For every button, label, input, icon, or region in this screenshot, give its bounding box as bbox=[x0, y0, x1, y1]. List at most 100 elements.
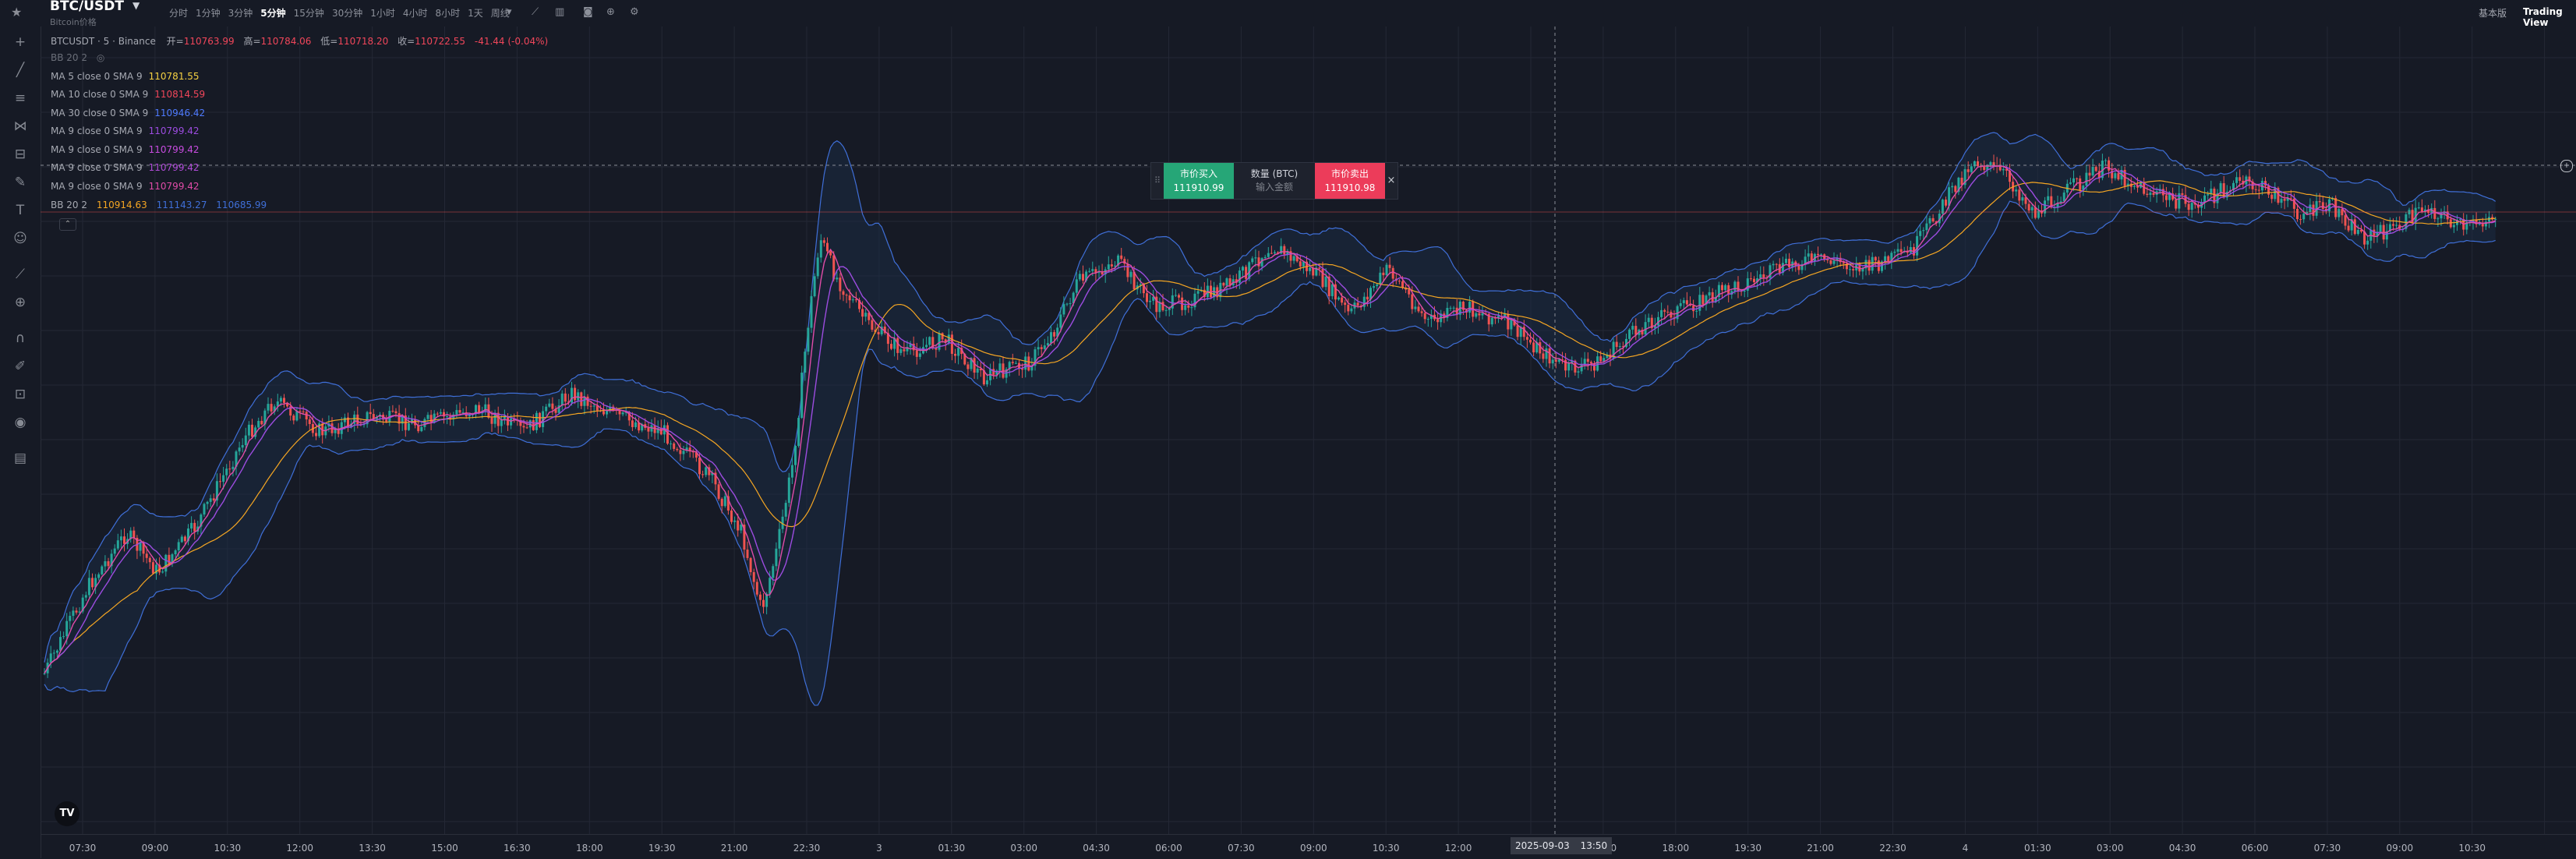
candle bbox=[535, 410, 538, 433]
open-value: 110763.99 bbox=[183, 36, 235, 47]
close-icon[interactable]: × bbox=[1385, 163, 1398, 199]
legend-indicator[interactable]: MA 30 close 0 SMA 9 110946.42 bbox=[51, 108, 205, 118]
crosshair-time-label: 2025-09-03 13:50 bbox=[1511, 837, 1613, 854]
interval-tab[interactable]: 4小时 bbox=[399, 6, 432, 19]
magnet-icon[interactable]: ∩ bbox=[11, 331, 30, 346]
time-axis-label: 09:00 bbox=[141, 843, 169, 854]
interval-tab-active[interactable]: 5分钟 bbox=[256, 6, 289, 19]
projection-icon[interactable]: ⊟ bbox=[11, 147, 30, 162]
drawing-toolbar: + ╱ ≡ ⋈ ⊟ ✎ T ☺ ⟋ ⊕ ∩ ✐ ⊡ ◉ ▤ bbox=[0, 27, 41, 858]
legend-indicator[interactable]: MA 5 close 0 SMA 9 110781.55 bbox=[51, 71, 200, 82]
price-chart[interactable] bbox=[41, 27, 2576, 834]
interval-more-icon[interactable]: ▾ bbox=[507, 6, 512, 18]
indicator-value: 110799.42 bbox=[148, 125, 200, 136]
settings-icon[interactable]: ⚙ bbox=[630, 6, 639, 18]
ruler-icon[interactable]: ⟋ bbox=[11, 267, 30, 282]
interval-tab[interactable]: 1分钟 bbox=[192, 6, 224, 19]
indicator-label: MA 30 close 0 SMA 9 bbox=[51, 108, 149, 118]
emoji-icon[interactable]: ☺ bbox=[11, 231, 30, 246]
legend-indicator[interactable]: MA 9 close 0 SMA 9 110799.42 bbox=[51, 144, 200, 155]
symbol-title[interactable]: BTC/USDT bbox=[50, 0, 124, 14]
lock-drawing-icon[interactable]: ✐ bbox=[11, 359, 30, 374]
time-axis-label: 06:00 bbox=[1155, 843, 1182, 854]
indicator-value: 110799.42 bbox=[148, 162, 200, 173]
crosshair-icon[interactable]: + bbox=[11, 34, 30, 50]
time-axis-label: 07:30 bbox=[1228, 843, 1255, 854]
indicator-label: MA 9 close 0 SMA 9 bbox=[51, 144, 143, 155]
basic-view-button[interactable]: 基本版 bbox=[2479, 6, 2507, 19]
eye-off-icon[interactable]: ◎ bbox=[97, 52, 104, 63]
time-axis-label: 04:30 bbox=[2168, 843, 2196, 854]
interval-tab[interactable]: 1天 bbox=[464, 6, 487, 19]
price-alert-icon[interactable]: + bbox=[2560, 160, 2573, 172]
candle bbox=[797, 415, 800, 448]
quantity-field[interactable]: 数量 (BTC) 输入金额 bbox=[1234, 163, 1315, 199]
star-icon[interactable]: ★ bbox=[11, 5, 22, 19]
fib-icon[interactable]: ≡ bbox=[11, 90, 30, 106]
legend-bb-hidden: BB 20 2 ◎ bbox=[51, 52, 104, 63]
candle bbox=[807, 326, 810, 355]
pattern-icon[interactable]: ⋈ bbox=[11, 118, 30, 134]
time-axis-label: 09:00 bbox=[2386, 843, 2414, 854]
trendline-icon[interactable]: ╱ bbox=[11, 62, 30, 78]
legend-title: BTCUSDT · 5 · Binance bbox=[51, 36, 156, 47]
legend-indicator[interactable]: MA 9 close 0 SMA 9 110799.42 bbox=[51, 181, 200, 192]
time-axis-label: 10:30 bbox=[214, 843, 242, 854]
lock-icon[interactable]: ⊡ bbox=[11, 387, 30, 402]
legend-indicator[interactable]: MA 10 close 0 SMA 9 110814.59 bbox=[51, 89, 205, 100]
time-axis-label: 07:30 bbox=[2313, 843, 2341, 854]
time-axis[interactable]: 07:30 09:00 10:30 12:00 13:30 15:00 16:30 18:00… bbox=[41, 834, 2576, 859]
interval-tab[interactable]: 15分钟 bbox=[290, 6, 328, 19]
tradingview-logo-icon: TV bbox=[55, 801, 80, 826]
interval-tab[interactable]: 1小时 bbox=[366, 6, 399, 19]
indicator-label: MA 9 close 0 SMA 9 bbox=[51, 181, 143, 192]
buy-price: 111910.99 bbox=[1173, 182, 1224, 193]
candle bbox=[1385, 263, 1388, 277]
time-axis-label: 07:30 bbox=[69, 843, 97, 854]
time-axis-label: 4 bbox=[1962, 843, 1969, 854]
legend-indicator[interactable]: MA 9 close 0 SMA 9 110799.42 bbox=[51, 162, 200, 173]
interval-tab[interactable]: 分时 bbox=[165, 6, 192, 19]
interval-tab[interactable]: 8小时 bbox=[432, 6, 465, 19]
indicator-label: MA 9 close 0 SMA 9 bbox=[51, 125, 143, 136]
time-axis-label: 16:30 bbox=[504, 843, 531, 854]
candle bbox=[730, 508, 733, 525]
crosshair-date: 2025-09-03 bbox=[1515, 840, 1570, 851]
drag-handle-icon[interactable]: ⠿ bbox=[1151, 163, 1164, 199]
indicators-icon[interactable]: ▥ bbox=[555, 6, 564, 18]
legend-indicator[interactable]: MA 9 close 0 SMA 9 110799.42 bbox=[51, 125, 200, 136]
chart-type-icon[interactable]: ⟋ bbox=[532, 6, 539, 18]
indicator-label: MA 9 close 0 SMA 9 bbox=[51, 162, 143, 173]
symbol-dropdown-icon[interactable]: ▼ bbox=[133, 0, 140, 11]
tradingview-button[interactable]: Trading View bbox=[2523, 6, 2576, 28]
candle bbox=[539, 412, 541, 429]
time-axis-label: 18:00 bbox=[576, 843, 603, 854]
time-axis-label: 19:30 bbox=[648, 843, 676, 854]
zoom-icon[interactable]: ⊕ bbox=[11, 295, 30, 310]
legend-bb[interactable]: BB 20 2 110914.63 111143.27 110685.99 bbox=[51, 200, 267, 210]
market-sell-button[interactable]: 市价卖出 111910.98 bbox=[1315, 163, 1385, 199]
candle bbox=[318, 421, 321, 438]
candle bbox=[813, 273, 816, 298]
trash-icon[interactable]: ▤ bbox=[11, 451, 30, 466]
change-value: -41.44 (-0.04%) bbox=[474, 36, 549, 47]
indicator-label: MA 10 close 0 SMA 9 bbox=[51, 89, 149, 100]
brush-icon[interactable]: ✎ bbox=[11, 175, 30, 190]
market-buy-button[interactable]: 市价买入 111910.99 bbox=[1164, 163, 1234, 199]
time-axis-label: 04:30 bbox=[1083, 843, 1110, 854]
text-icon[interactable]: T bbox=[11, 203, 30, 218]
interval-tab[interactable]: 3分钟 bbox=[224, 6, 257, 19]
time-axis-label: 12:00 bbox=[1444, 843, 1472, 854]
quick-trade-panel: ⠿ 市价买入 111910.99 数量 (BTC) 输入金额 市价卖出 1119… bbox=[1150, 162, 1398, 200]
collapse-legend-button[interactable]: ⌃ bbox=[59, 218, 76, 231]
interval-tab[interactable]: 30分钟 bbox=[328, 6, 366, 19]
close-label: 收= bbox=[398, 36, 415, 47]
camera-icon[interactable]: ◙ bbox=[583, 6, 593, 18]
add-icon[interactable]: ⊕ bbox=[606, 6, 615, 18]
bb-hidden-label: BB 20 2 bbox=[51, 52, 87, 63]
legend-ohlc: BTCUSDT · 5 · Binance 开=110763.99 高=1107… bbox=[51, 34, 548, 48]
eye-icon[interactable]: ◉ bbox=[11, 415, 30, 430]
candle bbox=[2405, 212, 2408, 232]
time-axis-label: 09:00 bbox=[1300, 843, 1327, 854]
crosshair-time: 13:50 bbox=[1580, 840, 1608, 851]
